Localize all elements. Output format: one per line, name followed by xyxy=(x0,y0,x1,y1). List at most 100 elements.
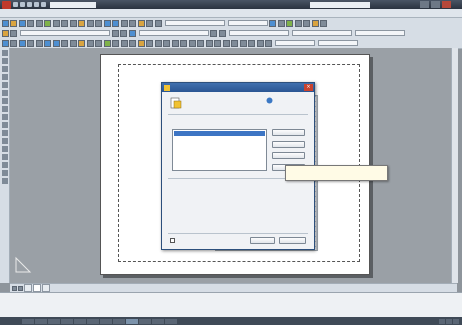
dimension-style-icon[interactable] xyxy=(1,178,8,184)
publish-icon[interactable] xyxy=(44,19,51,27)
zoom-icon[interactable] xyxy=(112,19,119,27)
set-current-button[interactable] xyxy=(272,129,305,136)
make-current-icon[interactable] xyxy=(111,29,119,37)
linetype-icon[interactable] xyxy=(210,29,217,37)
polygon-icon[interactable] xyxy=(27,39,34,47)
tab-model[interactable] xyxy=(24,284,32,292)
text-style-dropdown[interactable] xyxy=(164,20,225,26)
lineweight-icon[interactable] xyxy=(218,29,226,37)
design-center-icon[interactable] xyxy=(137,19,145,27)
properties-icon[interactable] xyxy=(129,19,136,27)
preview-icon[interactable] xyxy=(35,19,43,27)
dimension-dropdown[interactable] xyxy=(275,40,315,46)
undo-icon[interactable] xyxy=(34,2,39,7)
layer-manager-icon[interactable] xyxy=(1,29,9,37)
move-icon[interactable] xyxy=(180,39,187,47)
status-toggle[interactable] xyxy=(126,318,138,324)
inspection-icon[interactable] xyxy=(1,154,8,160)
region-icon[interactable] xyxy=(112,39,119,47)
construction-line-icon[interactable] xyxy=(10,39,17,47)
fillet-icon[interactable] xyxy=(256,39,264,47)
ellipse-icon[interactable] xyxy=(69,39,77,47)
table-icon[interactable] xyxy=(120,39,128,47)
layer-previous-icon[interactable] xyxy=(120,29,127,37)
mtext-icon[interactable] xyxy=(129,39,136,47)
stretch-icon[interactable] xyxy=(205,39,213,47)
layer-state-icon[interactable] xyxy=(277,19,285,27)
show-on-new-layout-checkbox[interactable] xyxy=(170,238,175,243)
match-properties-icon[interactable] xyxy=(78,19,85,27)
paste-icon[interactable] xyxy=(69,19,77,27)
scale-icon[interactable] xyxy=(197,39,204,47)
print-icon[interactable] xyxy=(27,19,34,27)
dimension-arc-icon[interactable] xyxy=(1,66,8,72)
rotate-icon[interactable] xyxy=(188,39,196,47)
tool-palettes-icon[interactable] xyxy=(146,19,153,27)
dialog-title-bar[interactable]: × xyxy=(162,83,314,92)
layer-dropdown[interactable] xyxy=(20,30,110,36)
close-button[interactable] xyxy=(250,237,275,244)
dimension-angular-icon[interactable] xyxy=(1,106,8,112)
style-dropdown[interactable] xyxy=(138,30,209,36)
spline-icon[interactable] xyxy=(61,39,68,47)
copy-object-icon[interactable] xyxy=(146,39,153,47)
redo-icon[interactable] xyxy=(95,19,102,27)
lock-icon[interactable] xyxy=(446,318,452,324)
close-button[interactable] xyxy=(442,1,451,8)
status-toggle[interactable] xyxy=(139,318,151,324)
layer-previous-icon[interactable] xyxy=(294,19,302,27)
undo-icon[interactable] xyxy=(86,19,94,27)
break-icon[interactable] xyxy=(231,39,238,47)
application-menu-button[interactable] xyxy=(2,0,11,9)
command-input[interactable] xyxy=(0,307,462,314)
point-icon[interactable] xyxy=(95,39,102,47)
new-icon[interactable] xyxy=(1,19,9,27)
list-item[interactable] xyxy=(174,131,265,136)
tab-scroll-right-icon[interactable] xyxy=(18,285,23,291)
dialog-close-button[interactable]: × xyxy=(304,84,313,91)
join-icon[interactable] xyxy=(239,39,247,47)
multileader-dropdown[interactable] xyxy=(318,40,358,46)
minimize-button[interactable] xyxy=(420,1,429,8)
color-dropdown[interactable] xyxy=(228,30,289,36)
status-toggle[interactable] xyxy=(152,318,164,324)
center-mark-icon[interactable] xyxy=(1,146,8,152)
dimension-radius-icon[interactable] xyxy=(1,82,8,88)
status-toggle[interactable] xyxy=(35,318,47,324)
status-toggle[interactable] xyxy=(61,318,73,324)
quick-dimension-icon[interactable] xyxy=(1,114,8,120)
dimension-diameter-icon[interactable] xyxy=(1,98,8,104)
offset-icon[interactable] xyxy=(163,39,170,47)
dimension-update-icon[interactable] xyxy=(1,170,8,176)
layer-freeze-icon[interactable] xyxy=(311,19,319,27)
rectangle-icon[interactable] xyxy=(35,39,43,47)
chamfer-icon[interactable] xyxy=(248,39,255,47)
dimension-edit-icon[interactable] xyxy=(1,162,8,168)
linetype-dropdown[interactable] xyxy=(291,30,352,36)
polyline-icon[interactable] xyxy=(18,39,26,47)
layer-isolate-icon[interactable] xyxy=(303,19,310,27)
dim-style-dropdown[interactable] xyxy=(227,20,268,26)
status-toggle[interactable] xyxy=(165,318,177,324)
clean-screen-icon[interactable] xyxy=(453,318,459,324)
status-toggle[interactable] xyxy=(113,318,125,324)
open-icon[interactable] xyxy=(20,2,25,7)
help-button[interactable] xyxy=(279,237,306,244)
layer-lock-icon[interactable] xyxy=(320,19,327,27)
copy-icon[interactable] xyxy=(61,19,68,27)
trim-icon[interactable] xyxy=(214,39,221,47)
extend-icon[interactable] xyxy=(222,39,230,47)
status-toggle[interactable] xyxy=(48,318,60,324)
dimension-jogged-icon[interactable] xyxy=(1,90,8,96)
maximize-button[interactable] xyxy=(431,1,440,8)
dimension-linear-icon[interactable] xyxy=(1,50,8,56)
lineweight-dropdown[interactable] xyxy=(354,30,405,36)
array-icon[interactable] xyxy=(171,39,179,47)
status-toggle[interactable] xyxy=(22,318,34,324)
search-input[interactable] xyxy=(310,1,370,8)
status-toggle[interactable] xyxy=(100,318,112,324)
redo-icon[interactable] xyxy=(41,2,46,7)
tab-layout2[interactable] xyxy=(42,284,50,292)
explode-icon[interactable] xyxy=(265,39,272,47)
workspace-dropdown[interactable] xyxy=(50,1,96,8)
